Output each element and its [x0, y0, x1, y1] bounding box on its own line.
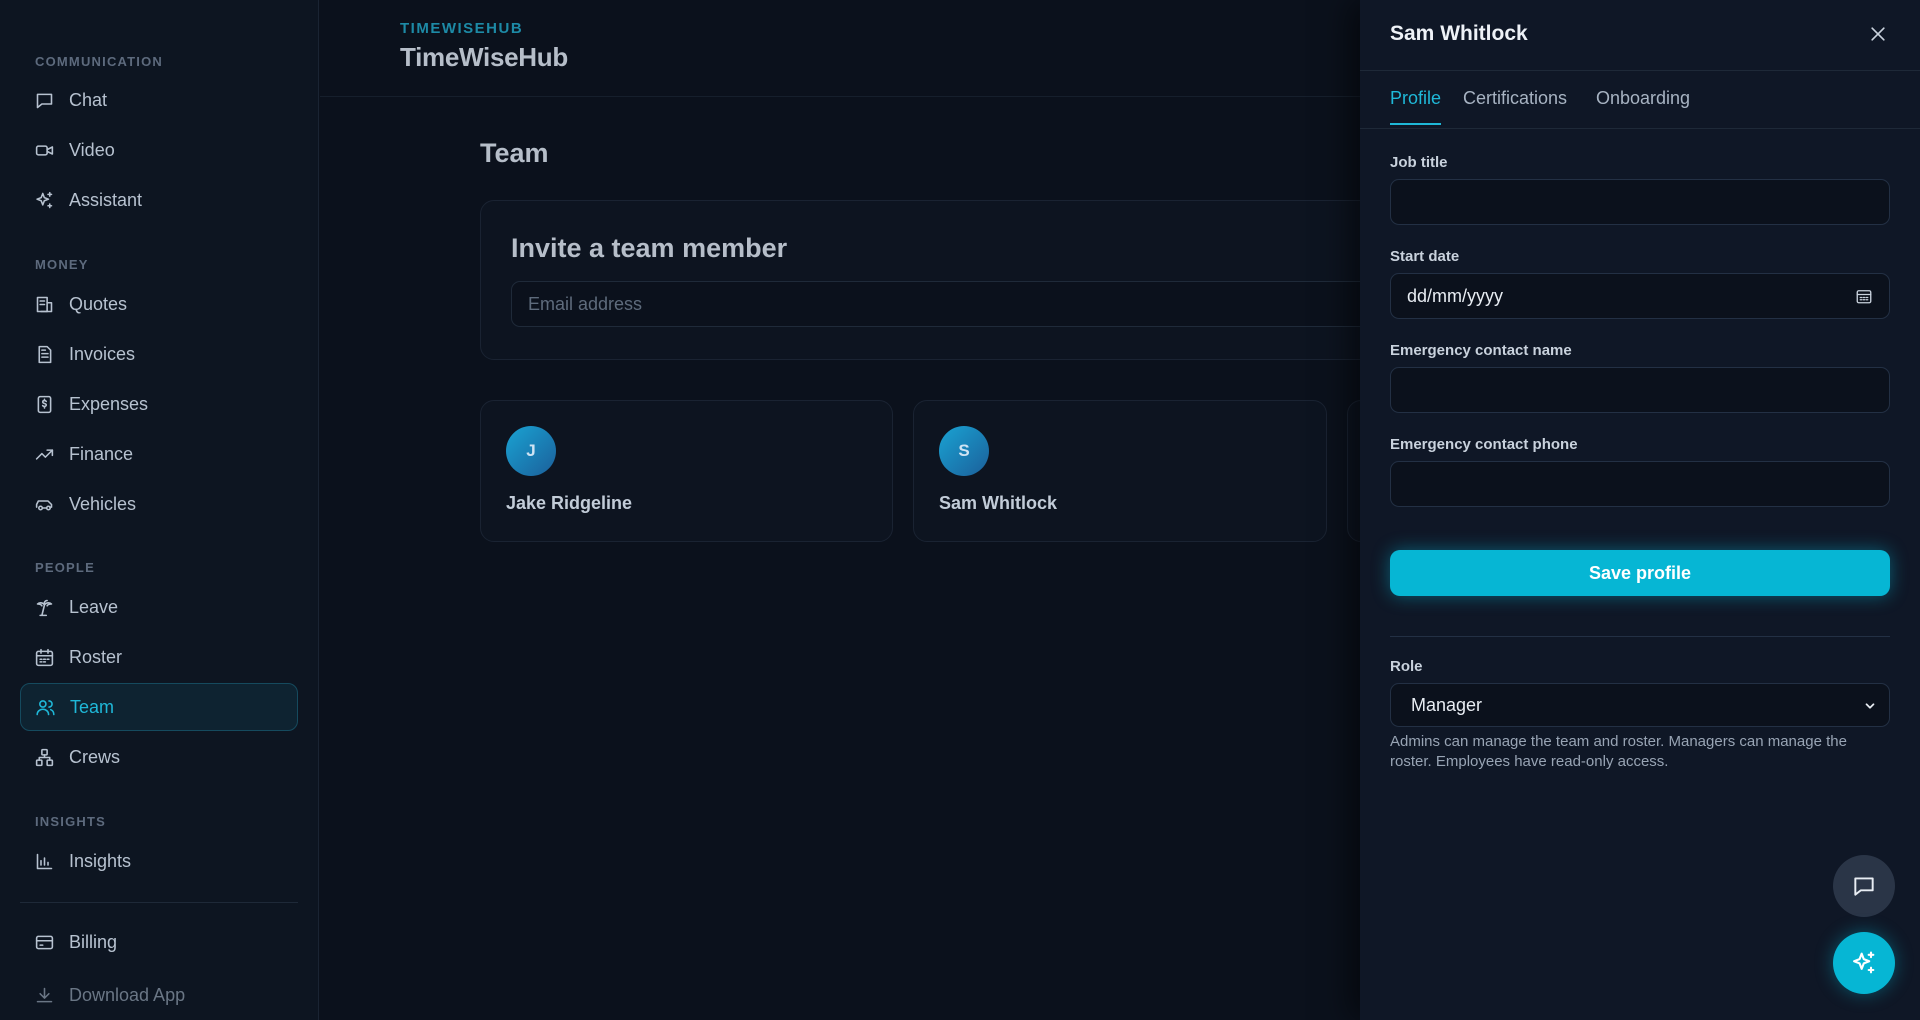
- invite-title: Invite a team member: [511, 233, 788, 263]
- tab-profile[interactable]: Profile: [1390, 88, 1442, 125]
- role-help-text: Admins can manage the team and roster. M…: [1390, 733, 1847, 770]
- sidebar-item-label: Roster: [69, 646, 123, 667]
- sidebar-item-label: Video: [69, 139, 115, 160]
- sidebar-item-chat[interactable]: Chat: [20, 76, 298, 124]
- role-label: Role: [1390, 658, 1423, 675]
- download-icon: [36, 987, 53, 1002]
- email-input[interactable]: [511, 281, 1411, 327]
- avatar: S: [939, 426, 989, 476]
- assistant-fab[interactable]: [1833, 932, 1895, 994]
- quote-icon: [36, 296, 53, 312]
- emergency-contact-name-label: Emergency contact name: [1390, 342, 1572, 359]
- sidebar-divider: [20, 902, 298, 903]
- panel-title: Sam Whitlock: [1390, 22, 1528, 45]
- calendar-icon: [35, 648, 54, 666]
- sidebar-item-label: Expenses: [69, 393, 149, 414]
- car-icon: [35, 499, 53, 511]
- member-card-jake-ridgeline[interactable]: J Jake Ridgeline: [480, 400, 893, 542]
- section-title-insights: INSIGHTS: [35, 814, 106, 829]
- chat-icon: [36, 93, 53, 108]
- tab-onboarding[interactable]: Onboarding: [1596, 88, 1690, 123]
- credit-card-icon: [35, 935, 54, 949]
- sidebar-item-leave[interactable]: Leave: [20, 583, 298, 631]
- panel-header: Sam Whitlock: [1360, 0, 1920, 71]
- start-date-field[interactable]: dd/mm/yyyy: [1390, 273, 1890, 319]
- invite-card: Invite a team member: [480, 200, 1480, 360]
- emergency-contact-phone-field[interactable]: [1390, 461, 1890, 507]
- section-title-people: PEOPLE: [35, 560, 95, 575]
- role-value: Manager: [1411, 694, 1483, 715]
- network-icon: [35, 748, 54, 766]
- sidebar-item-label: Insights: [69, 850, 132, 871]
- brand-eyebrow: TIMEWISEHUB: [400, 20, 524, 37]
- sidebar-item-invoices[interactable]: Invoices: [20, 330, 298, 378]
- sidebar-item-crews[interactable]: Crews: [20, 733, 298, 781]
- job-title-field[interactable]: [1390, 179, 1890, 225]
- users-icon: [36, 699, 55, 715]
- panel-divider: [1390, 636, 1890, 637]
- video-icon: [35, 144, 54, 156]
- sidebar-item-insights[interactable]: Insights: [20, 837, 298, 885]
- emergency-contact-phone-label: Emergency contact phone: [1390, 436, 1578, 453]
- close-button[interactable]: [1866, 22, 1890, 46]
- sidebar-item-label: Quotes: [69, 293, 128, 314]
- sidebar-item-quotes[interactable]: Quotes: [20, 280, 298, 328]
- sidebar-item-label: Invoices: [69, 343, 136, 364]
- sidebar-item-roster[interactable]: Roster: [20, 633, 298, 681]
- sidebar-item-billing[interactable]: Billing: [20, 918, 298, 966]
- chat-fab[interactable]: [1833, 855, 1895, 917]
- sidebar-item-label: Assistant: [69, 189, 143, 210]
- sidebar-item-label: Leave: [69, 596, 119, 617]
- sidebar-item-label: Chat: [69, 89, 108, 110]
- trend-icon: [35, 448, 54, 460]
- sidebar-item-assistant[interactable]: Assistant: [20, 176, 298, 224]
- chevron-down-icon: [1865, 703, 1875, 709]
- role-select[interactable]: Manager: [1390, 683, 1890, 727]
- section-title-communication: COMMUNICATION: [35, 54, 164, 69]
- sidebar-item-label: Team: [70, 696, 115, 717]
- page-title: Team: [480, 138, 549, 168]
- chat-icon: [1854, 877, 1874, 896]
- tab-certifications[interactable]: Certifications: [1463, 88, 1567, 123]
- palm-tree-icon: [36, 599, 53, 616]
- sidebar-item-label: Vehicles: [69, 493, 137, 514]
- sidebar-item-label: Finance: [69, 443, 134, 464]
- avatar: J: [506, 426, 556, 476]
- member-name: Sam Whitlock: [939, 493, 1058, 513]
- save-profile-button[interactable]: Save profile: [1390, 550, 1890, 596]
- sparkles-icon: [36, 191, 53, 208]
- job-title-label: Job title: [1390, 154, 1448, 171]
- start-date-value: dd/mm/yyyy: [1407, 285, 1504, 306]
- calendar-picker-icon[interactable]: [1855, 287, 1873, 305]
- start-date-label: Start date: [1390, 248, 1460, 265]
- brand-title: TimeWiseHub: [400, 42, 568, 72]
- member-detail-panel: Sam Whitlock Profile Certifications Onbo…: [1360, 0, 1920, 1020]
- sparkles-icon: [1853, 951, 1875, 974]
- sidebar-item-team[interactable]: Team: [20, 683, 298, 731]
- sidebar: COMMUNICATION Chat Video Assistant MONEY…: [0, 0, 319, 1020]
- bar-chart-icon: [36, 853, 53, 869]
- member-card-sam-whitlock[interactable]: S Sam Whitlock: [913, 400, 1327, 542]
- sidebar-item-video[interactable]: Video: [20, 126, 298, 174]
- member-name: Jake Ridgeline: [506, 493, 633, 513]
- sidebar-item-vehicles[interactable]: Vehicles: [20, 480, 298, 528]
- emergency-contact-name-field[interactable]: [1390, 367, 1890, 413]
- sidebar-item-expenses[interactable]: Expenses: [20, 380, 298, 428]
- sidebar-item-download-app[interactable]: Download App: [20, 971, 298, 1019]
- sidebar-item-label: Download App: [69, 984, 186, 1005]
- panel-tabs: Profile Certifications Onboarding: [1360, 70, 1920, 129]
- section-title-money: MONEY: [35, 257, 89, 272]
- close-icon: [1871, 27, 1885, 41]
- invoice-icon: [38, 345, 52, 363]
- sidebar-item-label: Crews: [69, 746, 121, 767]
- expense-icon: [37, 395, 52, 413]
- sidebar-item-label: Billing: [69, 931, 118, 952]
- sidebar-item-finance[interactable]: Finance: [20, 430, 298, 478]
